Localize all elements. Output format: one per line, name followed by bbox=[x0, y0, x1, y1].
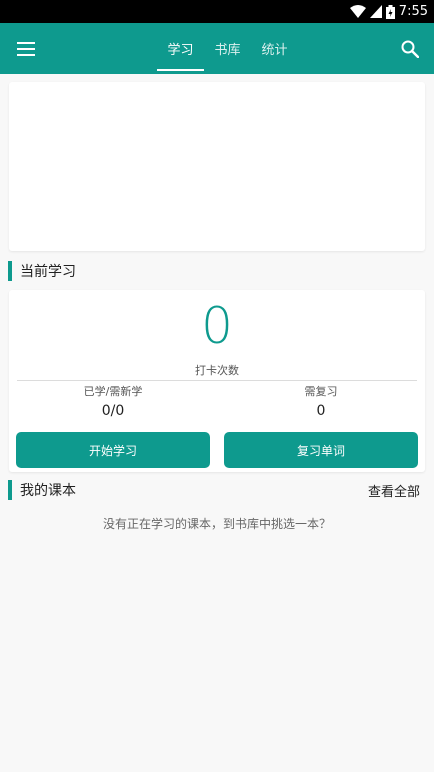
checkin-label: 打卡次数 bbox=[195, 364, 239, 377]
section-title: 当前学习 bbox=[20, 264, 76, 280]
section-title: 我的课本 bbox=[20, 483, 76, 499]
menu-button[interactable] bbox=[14, 37, 38, 61]
menu-icon bbox=[17, 42, 35, 56]
learned-value: 0/0 bbox=[101, 403, 125, 419]
section-accent-bar bbox=[8, 480, 12, 500]
tab-label: 书库 bbox=[214, 43, 241, 58]
review-words-button[interactable]: 复习单词 bbox=[224, 432, 418, 468]
learned-stat: 已学/需新学 0/0 bbox=[13, 384, 213, 421]
tab-statistics[interactable]: 统计 bbox=[251, 23, 298, 74]
battery-icon bbox=[385, 4, 395, 19]
start-study-button[interactable]: 开始学习 bbox=[16, 432, 210, 468]
search-icon bbox=[401, 40, 419, 58]
review-label: 需复习 bbox=[304, 385, 338, 398]
divider bbox=[17, 380, 417, 381]
signal-icon bbox=[369, 5, 382, 18]
search-button[interactable] bbox=[398, 37, 422, 61]
learned-label: 已学/需新学 bbox=[83, 385, 143, 398]
section-accent-bar bbox=[8, 261, 12, 281]
review-stat: 需复习 0 bbox=[221, 384, 421, 421]
tab-bar: 学习 书库 统计 bbox=[157, 23, 298, 74]
wifi-icon bbox=[349, 5, 366, 18]
my-courses-header: 我的课本 bbox=[8, 480, 76, 500]
status-bar: 7:55 bbox=[0, 0, 434, 23]
current-study-card: 0 打卡次数 已学/需新学 0/0 需复习 0 开始学习 复习单词 bbox=[9, 290, 425, 472]
view-all-link[interactable]: 查看全部 bbox=[368, 481, 420, 500]
tab-library[interactable]: 书库 bbox=[204, 23, 251, 74]
app-bar: 学习 书库 统计 bbox=[0, 23, 434, 74]
tab-label: 学习 bbox=[167, 43, 194, 58]
banner-card bbox=[9, 82, 425, 251]
tab-study[interactable]: 学习 bbox=[157, 23, 204, 74]
status-time: 7:55 bbox=[398, 4, 428, 19]
empty-courses-message: 没有正在学习的课本，到书库中挑选一本？ bbox=[102, 517, 331, 531]
tab-label: 统计 bbox=[261, 43, 288, 58]
checkin-count: 0 bbox=[201, 297, 233, 355]
review-value: 0 bbox=[316, 403, 326, 419]
current-study-header: 当前学习 bbox=[8, 261, 76, 281]
